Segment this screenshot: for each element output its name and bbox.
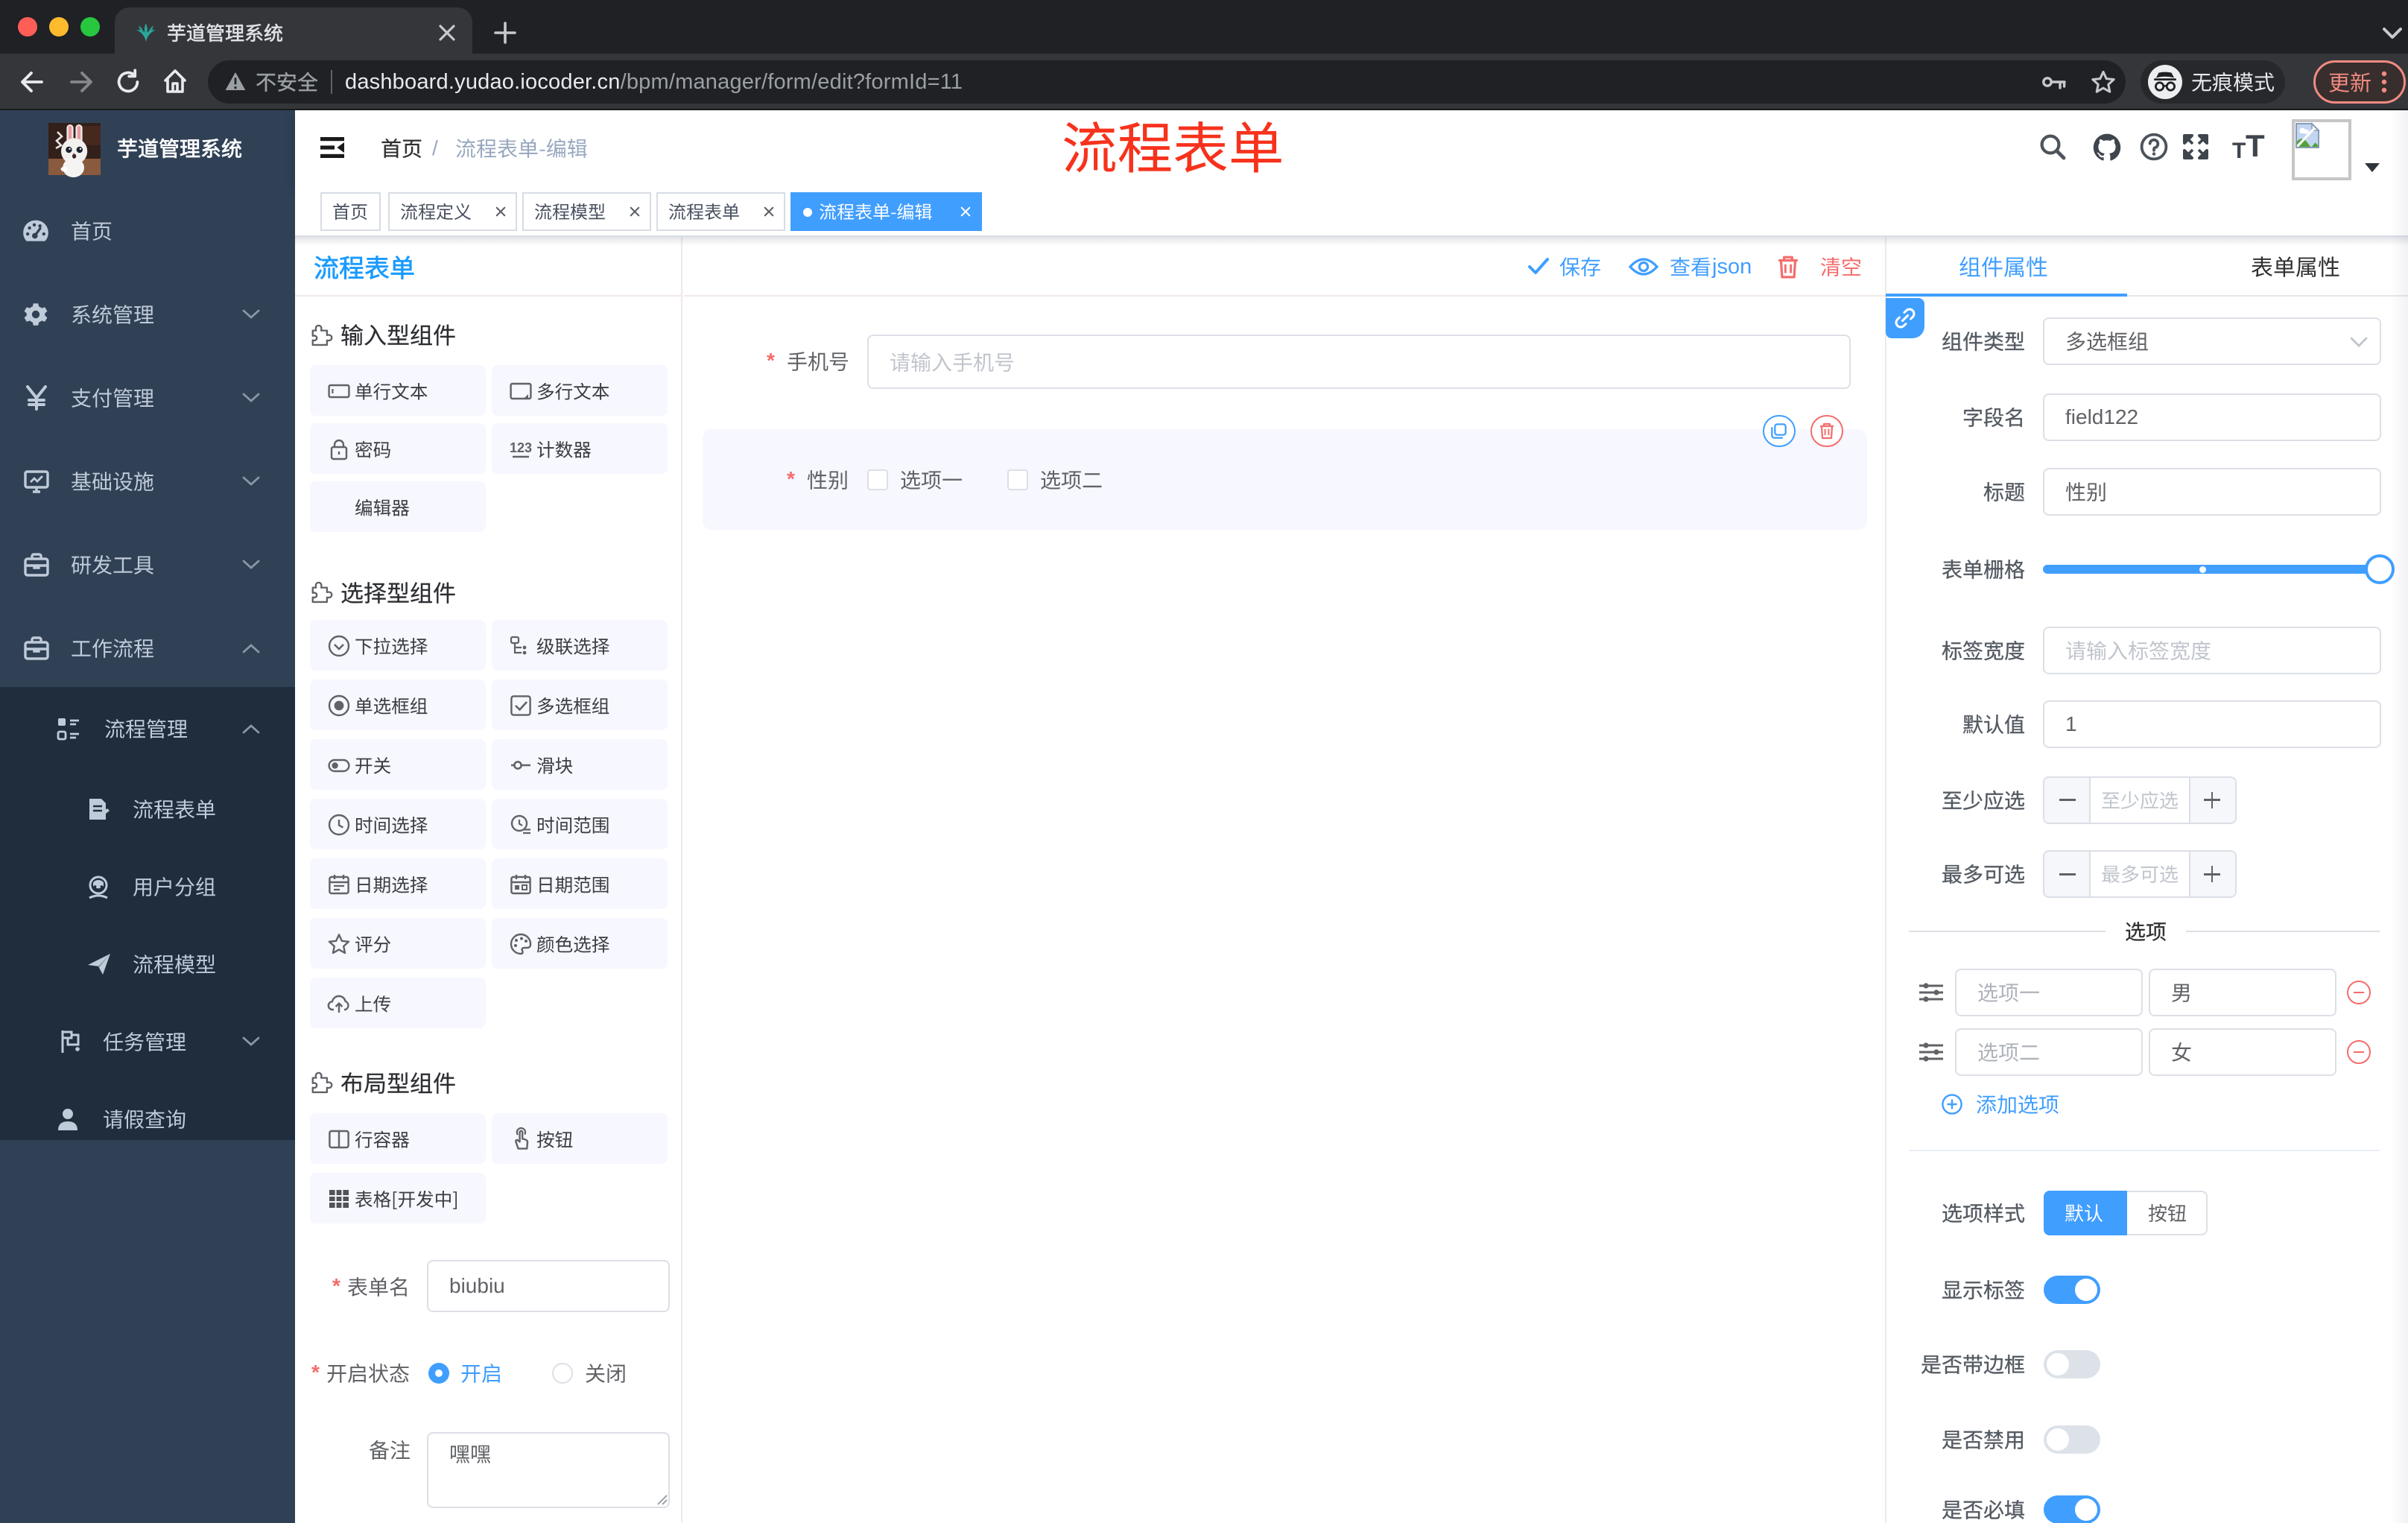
svg-text:123: 123 xyxy=(510,440,532,455)
